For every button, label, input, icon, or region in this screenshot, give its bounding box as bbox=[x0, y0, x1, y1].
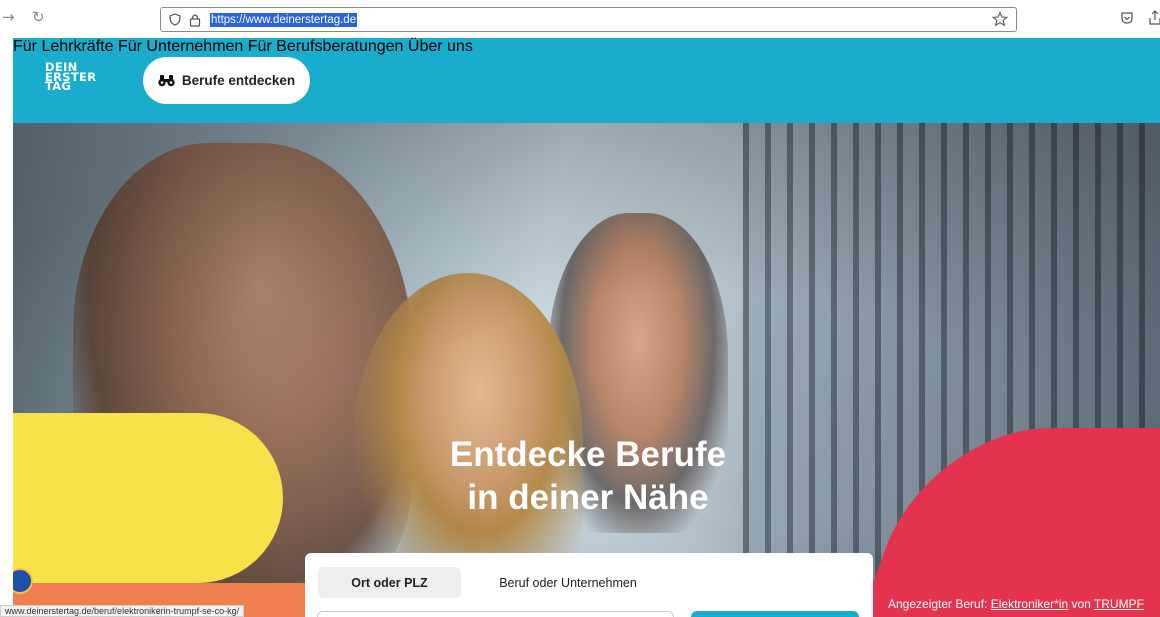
nav-about-us[interactable]: Über uns bbox=[408, 38, 473, 55]
site-header: DEIN ERSTER TAG Berufe entdecken Für Leh… bbox=[13, 38, 1160, 123]
company-link[interactable]: TRUMPF bbox=[1094, 597, 1144, 611]
nav-teachers[interactable]: Für Lehrkräfte bbox=[13, 38, 113, 55]
address-bar[interactable]: https://www.deinerstertag.de bbox=[160, 7, 1017, 32]
binoculars-icon bbox=[158, 75, 175, 87]
job-link[interactable]: Elektroniker*in bbox=[991, 597, 1068, 611]
lock-icon[interactable] bbox=[189, 13, 201, 27]
reload-icon[interactable]: ↻ bbox=[32, 8, 45, 26]
explore-jobs-button[interactable]: Berufe entdecken bbox=[143, 57, 310, 104]
explore-jobs-label: Berufe entdecken bbox=[181, 73, 296, 88]
search-button[interactable] bbox=[691, 611, 859, 617]
hero-title: Entdecke Berufe in deiner Nähe bbox=[313, 433, 863, 519]
search-input[interactable] bbox=[317, 611, 674, 617]
hero-title-line: in deiner Nähe bbox=[467, 478, 709, 517]
tab-job-or-company[interactable]: Beruf oder Unternehmen bbox=[483, 567, 653, 598]
nav-companies[interactable]: Für Unternehmen bbox=[118, 38, 243, 55]
search-card: Ort oder PLZ Beruf oder Unternehmen bbox=[305, 553, 873, 617]
status-bar-url: www.deinerstertag.de/beruf/elektronikeri… bbox=[0, 605, 245, 617]
main-nav: Für Lehrkräfte Für Unternehmen Für Beruf… bbox=[13, 38, 1160, 56]
nav-career-counseling[interactable]: Für Berufsberatungen bbox=[248, 38, 404, 55]
hero-section: Entdecke Berufe in deiner Nähe Ort oder … bbox=[13, 123, 1160, 617]
pocket-icon[interactable] bbox=[1120, 11, 1134, 25]
info-middle: von bbox=[1068, 597, 1094, 611]
url-text[interactable]: https://www.deinerstertag.de bbox=[210, 12, 358, 27]
hero-title-line: Entdecke Berufe bbox=[449, 435, 727, 474]
shield-icon[interactable] bbox=[169, 13, 181, 26]
displayed-job-info: Angezeigter Beruf: Elektroniker*in von T… bbox=[888, 597, 1144, 611]
info-prefix: Angezeigter Beruf: bbox=[888, 597, 991, 611]
logo[interactable]: DEIN ERSTER TAG bbox=[45, 62, 96, 92]
bookmark-star-icon[interactable] bbox=[992, 11, 1008, 27]
tab-location[interactable]: Ort oder PLZ bbox=[318, 567, 461, 598]
forward-icon[interactable]: → bbox=[2, 8, 15, 26]
share-icon[interactable] bbox=[1148, 10, 1160, 26]
browser-toolbar: → ↻ https://www.deinerstertag.de bbox=[0, 0, 1160, 38]
yellow-shape bbox=[13, 413, 283, 583]
